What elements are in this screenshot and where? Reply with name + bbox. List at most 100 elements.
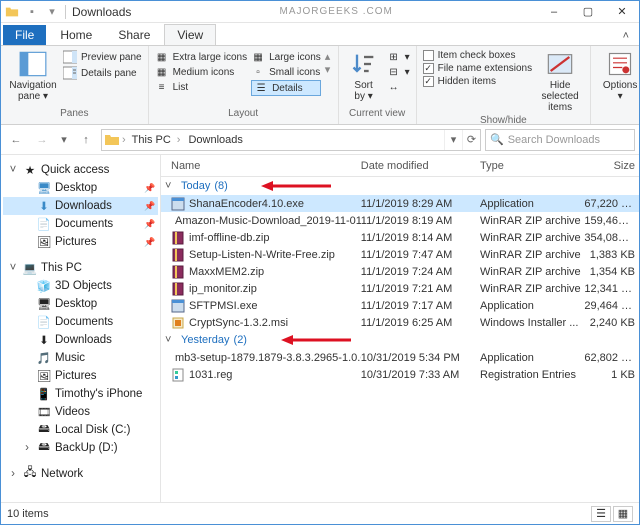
tree-iphone[interactable]: 📱Timothy's iPhone (3, 385, 158, 403)
file-name: CryptSync-1.3.2.msi (189, 317, 288, 329)
file-row[interactable]: MaxxMEM2.zip11/1/2019 7:24 AMWinRAR ZIP … (161, 263, 639, 280)
layout-list[interactable]: ≡List (155, 80, 247, 94)
layout-large-icons[interactable]: ▦Large icons (251, 50, 321, 64)
options-button[interactable]: Options ▾ (597, 48, 640, 104)
file-row[interactable]: imf-offline-db.zip11/1/2019 8:14 AMWinRA… (161, 229, 639, 246)
address-bar[interactable]: › This PC Downloads ▾ ⟳ (101, 129, 481, 151)
file-row[interactable]: Amazon-Music-Download_2019-11-01_0...11/… (161, 212, 639, 229)
layout-details[interactable]: ☰Details (251, 80, 321, 96)
layout-scroll-down[interactable]: ▾ (325, 63, 331, 76)
file-row[interactable]: ip_monitor.zip11/1/2019 7:21 AMWinRAR ZI… (161, 280, 639, 297)
tree-3d-objects[interactable]: 🧊3D Objects (3, 277, 158, 295)
file-name: 1031.reg (189, 369, 232, 381)
tree-documents[interactable]: 📄Documents📌 (3, 215, 158, 233)
tab-file[interactable]: File (3, 25, 46, 45)
file-row[interactable]: mb3-setup-1879.1879-3.8.3.2965-1.0.613-.… (161, 349, 639, 366)
file-row[interactable]: Setup-Listen-N-Write-Free.zip11/1/2019 7… (161, 246, 639, 263)
details-pane-button[interactable]: Details pane (63, 66, 142, 80)
details-view-mode-button[interactable]: ☰ (591, 506, 611, 522)
group-count: (2) (234, 334, 247, 346)
file-list[interactable]: Name Date modified Type Size ˅Today (8)S… (161, 155, 639, 502)
file-icon (171, 197, 185, 211)
ribbon-group-show-hide-label: Show/hide (423, 115, 585, 126)
col-type[interactable]: Type (480, 160, 584, 172)
options-icon (606, 50, 634, 78)
tree-downloads-pc[interactable]: ⬇Downloads (3, 331, 158, 349)
downloads-icon: ⬇ (37, 333, 51, 347)
navigation-pane-button[interactable]: Navigation pane ▾ (7, 48, 59, 104)
file-size: 67,220 KB (584, 198, 639, 210)
up-button[interactable]: ↑ (75, 129, 97, 151)
qat-dropdown[interactable]: ▾ (45, 5, 59, 19)
thumbnails-view-mode-button[interactable]: ▦ (613, 506, 633, 522)
minimize-button[interactable]: – (537, 1, 571, 23)
file-row[interactable]: 1031.reg10/31/2019 7:33 AMRegistration E… (161, 366, 639, 383)
title-bar[interactable]: ▪ ▾ Downloads MAJORGEEKS .COM – ▢ ✕ (1, 1, 639, 23)
recent-locations-button[interactable]: ▾ (57, 129, 71, 151)
file-type: WinRAR ZIP archive (480, 215, 584, 227)
back-button[interactable]: ← (5, 129, 27, 151)
column-headers[interactable]: Name Date modified Type Size (161, 155, 639, 177)
file-size: 12,341 KB (584, 283, 639, 295)
tree-music[interactable]: 🎵Music (3, 349, 158, 367)
layout-small-icons[interactable]: ▫Small icons (251, 65, 321, 79)
tree-this-pc[interactable]: ˅💻This PC (3, 259, 158, 277)
drive-icon: 🖴 (37, 423, 51, 437)
layout-scroll-up[interactable]: ▴ (325, 50, 331, 63)
file-row[interactable]: CryptSync-1.3.2.msi11/1/2019 6:25 AMWind… (161, 314, 639, 331)
file-date: 11/1/2019 7:17 AM (361, 300, 480, 312)
layout-medium-icons[interactable]: ▦Medium icons (155, 65, 247, 79)
col-date[interactable]: Date modified (361, 160, 480, 172)
tree-documents-pc[interactable]: 📄Documents (3, 313, 158, 331)
tree-local-disk-c[interactable]: 🖴Local Disk (C:) (3, 421, 158, 439)
pin-icon: 📌 (144, 237, 154, 248)
layout-extra-large-icons[interactable]: ▦Extra large icons (155, 50, 247, 64)
navigation-tree[interactable]: ˅★Quick access 🖥Desktop📌 ⬇Downloads📌 📄Do… (1, 155, 161, 502)
drive-icon: 🖴 (37, 441, 51, 455)
tab-home[interactable]: Home (48, 25, 104, 45)
tree-backup-d[interactable]: ›🖴BackUp (D:) (3, 439, 158, 457)
file-date: 11/1/2019 7:47 AM (361, 249, 480, 261)
tree-desktop-pc[interactable]: 🖥Desktop (3, 295, 158, 313)
hidden-items-toggle[interactable]: ✓Hidden items (423, 76, 533, 87)
address-dropdown-button[interactable]: ▾ (444, 130, 462, 150)
tree-desktop[interactable]: 🖥Desktop📌 (3, 179, 158, 197)
col-name[interactable]: Name (167, 160, 361, 172)
preview-pane-button[interactable]: Preview pane (63, 50, 142, 64)
tab-share[interactable]: Share (106, 25, 162, 45)
chevron-down-icon: ˅ (165, 334, 177, 346)
file-icon (171, 282, 185, 296)
file-row[interactable]: SFTPMSI.exe11/1/2019 7:17 AMApplication2… (161, 297, 639, 314)
tree-network[interactable]: ›🖧Network (3, 465, 158, 483)
folder-icon (104, 132, 120, 148)
file-date: 11/1/2019 8:29 AM (361, 198, 480, 210)
ribbon-collapse-button[interactable]: ˄ (613, 27, 639, 45)
file-date: 10/31/2019 5:34 PM (361, 352, 480, 364)
tree-downloads[interactable]: ⬇Downloads📌 (3, 197, 158, 215)
sort-by-button[interactable]: Sort by ▾ (345, 48, 383, 104)
file-row[interactable]: ShanaEncoder4.10.exe11/1/2019 8:29 AMApp… (161, 195, 639, 212)
forward-button[interactable]: → (31, 129, 53, 151)
group-header[interactable]: ˅Yesterday (2) (161, 331, 639, 349)
file-size: 159,469 KB (584, 215, 639, 227)
close-button[interactable]: ✕ (605, 1, 639, 23)
file-name-extensions-toggle[interactable]: ✓File name extensions (423, 63, 533, 74)
qat-item[interactable]: ▪ (25, 5, 39, 19)
search-box[interactable]: 🔍 Search Downloads (485, 129, 635, 151)
hide-selected-button[interactable]: Hide selected items (536, 48, 584, 115)
breadcrumb-this-pc[interactable]: This PC (128, 134, 185, 146)
tab-view[interactable]: View (164, 24, 216, 45)
breadcrumb-downloads[interactable]: Downloads (184, 134, 252, 146)
maximize-button[interactable]: ▢ (571, 1, 605, 23)
file-name: mb3-setup-1879.1879-3.8.3.2965-1.0.613-.… (175, 352, 361, 364)
col-size[interactable]: Size (584, 160, 639, 172)
item-check-boxes-toggle[interactable]: Item check boxes (423, 50, 533, 61)
tree-pictures[interactable]: 🖼Pictures📌 (3, 233, 158, 251)
group-header[interactable]: ˅Today (8) (161, 177, 639, 195)
file-type: WinRAR ZIP archive (480, 283, 584, 295)
tree-quick-access[interactable]: ˅★Quick access (3, 161, 158, 179)
refresh-button[interactable]: ⟳ (462, 130, 480, 150)
tree-videos[interactable]: 🎞Videos (3, 403, 158, 421)
tree-pictures-pc[interactable]: 🖼Pictures (3, 367, 158, 385)
grouping-buttons[interactable]: ⊞▾ ⊟▾ ↔ (387, 48, 410, 94)
